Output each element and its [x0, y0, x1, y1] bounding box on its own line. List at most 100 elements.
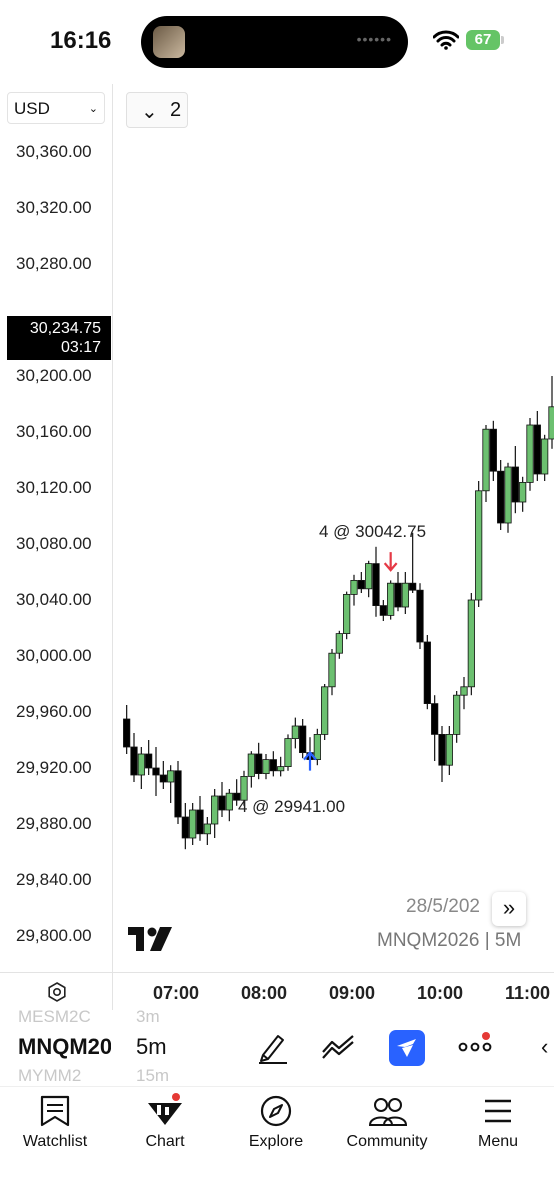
candle	[255, 742, 263, 780]
price-tick: 30,120.00	[16, 478, 92, 497]
price-tick: 30,160.00	[16, 422, 92, 441]
candle-body	[123, 718, 131, 748]
candle-body	[181, 816, 189, 839]
candle-body	[526, 424, 534, 483]
interval-option-below[interactable]: 15m	[136, 1066, 169, 1086]
candle	[335, 630, 343, 659]
tab-community[interactable]: Community	[332, 1087, 442, 1167]
time-tick: 09:00	[329, 983, 376, 1003]
candle	[379, 600, 387, 621]
tab-menu[interactable]: Menu	[443, 1087, 553, 1167]
symbol-option-below[interactable]: MYMM2	[18, 1066, 81, 1086]
candle	[365, 560, 373, 598]
price-tick: 30,080.00	[16, 534, 92, 553]
candle-body	[291, 725, 299, 740]
indicator-count: 2	[170, 99, 182, 121]
candle	[401, 572, 409, 614]
compass-icon	[260, 1095, 292, 1127]
candle-body	[255, 753, 263, 775]
candle-body	[416, 589, 424, 643]
price-axis[interactable]: USD ⌄ 30,360.00 30,320.00 30,280.00 30,2…	[0, 84, 113, 972]
candle-body	[394, 582, 402, 608]
status-time: 16:16	[50, 27, 112, 54]
axis-divider	[112, 973, 113, 1011]
audio-wave-icon: ••••••	[356, 31, 392, 47]
battery-indicator: 67	[466, 30, 500, 50]
candle-body	[438, 734, 446, 766]
tab-chart[interactable]: Chart	[110, 1087, 220, 1167]
candle	[438, 726, 446, 782]
notification-dot	[172, 1093, 180, 1101]
time-axis[interactable]: 07:00 08:00 09:00 10:00 11:00	[0, 972, 554, 1011]
price-tick: 30,040.00	[16, 590, 92, 609]
interval-option-above[interactable]: 3m	[136, 1007, 160, 1027]
wifi-icon	[433, 30, 459, 50]
candle	[174, 761, 182, 824]
price-tick: 30,280.00	[16, 254, 92, 273]
sell-trade-label: 4 @ 30042.75	[319, 522, 427, 541]
candle-body	[196, 809, 204, 835]
candle-body	[409, 582, 417, 591]
candle-body	[401, 582, 409, 608]
collapse-toolbar-icon[interactable]: ‹	[541, 1034, 548, 1060]
trading-panel-icon[interactable]	[389, 1030, 425, 1066]
candle-body	[269, 759, 277, 772]
time-tick: 07:00	[153, 983, 200, 1003]
candle-body	[467, 599, 475, 688]
candle	[167, 765, 175, 803]
dynamic-island[interactable]: ••••••	[141, 16, 408, 68]
interval-selector[interactable]: 5m	[136, 1034, 167, 1060]
chart-area[interactable]: USD ⌄ 30,360.00 30,320.00 30,280.00 30,2…	[0, 84, 554, 972]
settings-icon[interactable]	[46, 981, 68, 1003]
symbol-option-above[interactable]: MESM2C	[18, 1007, 91, 1027]
more-options-icon[interactable]	[458, 1038, 492, 1056]
candle	[218, 782, 226, 817]
candle	[159, 761, 167, 789]
symbol-selector[interactable]: MNQM2026	[18, 1034, 111, 1060]
candle-body	[541, 438, 549, 475]
tab-watchlist[interactable]: Watchlist	[0, 1087, 110, 1167]
candle-body	[218, 795, 226, 811]
candle-body	[379, 605, 387, 616]
candle-body	[372, 563, 380, 607]
price-tick: 29,800.00	[16, 926, 92, 945]
candle-body	[299, 725, 307, 754]
candle	[431, 695, 439, 761]
candle-body	[335, 633, 343, 654]
candle-body	[511, 466, 519, 503]
candle	[387, 580, 395, 620]
candle	[277, 756, 285, 777]
candle-body	[519, 481, 527, 503]
candle	[394, 572, 402, 612]
price-tick: 30,320.00	[16, 198, 92, 217]
candle	[262, 754, 270, 780]
candle-body	[152, 767, 160, 776]
candle-body	[423, 641, 431, 704]
tab-explore[interactable]: Explore	[221, 1087, 331, 1167]
scroll-to-realtime-button[interactable]: »	[492, 892, 526, 926]
currency-select[interactable]: USD ⌄	[7, 92, 105, 124]
candle	[460, 677, 468, 710]
chevron-down-icon: ⌄	[88, 103, 98, 115]
candle	[467, 593, 475, 696]
candle-body	[504, 466, 512, 524]
candle	[519, 476, 527, 512]
candle	[423, 635, 431, 710]
candle	[203, 817, 211, 845]
time-tick: 08:00	[241, 983, 288, 1003]
candle	[299, 719, 307, 759]
candle-body	[211, 795, 219, 825]
candle	[453, 691, 461, 743]
candle-body	[277, 766, 285, 772]
candle-body	[313, 734, 321, 761]
candle-body	[137, 753, 145, 776]
candle	[196, 796, 204, 841]
candle-body	[343, 593, 351, 634]
indicators-collapse-button[interactable]: ⌄ 2	[126, 92, 188, 128]
pen-drawing-icon[interactable]	[256, 1030, 290, 1064]
status-bar: 16:16 •••••• 67	[0, 0, 554, 84]
candle-body	[445, 734, 453, 766]
trend-lines-icon[interactable]	[320, 1030, 358, 1064]
candle	[189, 803, 197, 845]
candle	[343, 591, 351, 640]
